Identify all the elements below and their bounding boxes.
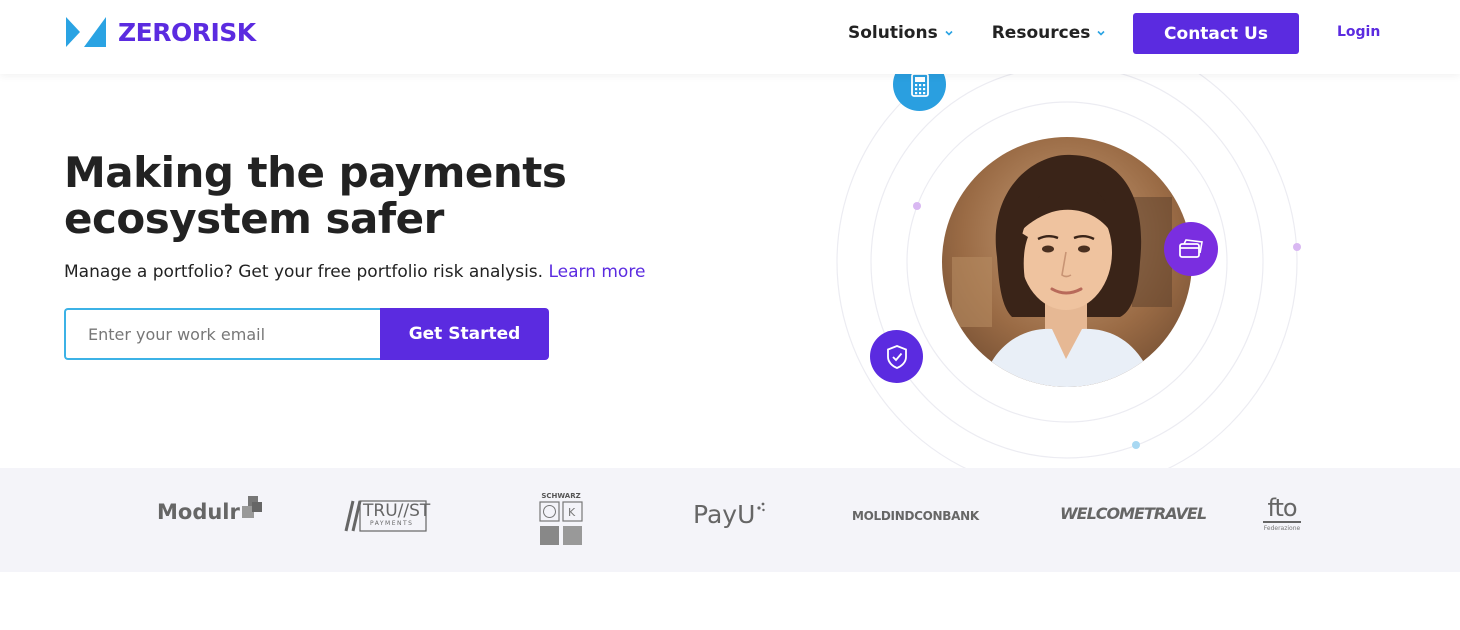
trust-text: TRU//ST xyxy=(363,501,431,521)
shield-check-icon xyxy=(886,344,907,369)
learn-more-link[interactable]: Learn more xyxy=(548,262,645,282)
credit-card-badge xyxy=(1164,222,1218,276)
nav-solutions-label: Solutions xyxy=(848,23,938,43)
contact-us-button[interactable]: Contact Us xyxy=(1133,13,1299,54)
portrait-illustration xyxy=(942,137,1192,387)
partner-modulr-logo: Modulr xyxy=(157,496,262,524)
woman-portrait xyxy=(942,137,1192,387)
chevron-down-icon xyxy=(1097,30,1105,36)
moldind-text: MOLDINDCONBANK xyxy=(852,509,979,523)
trust-sub-text: PAYMENTS xyxy=(370,520,414,527)
nav-resources[interactable]: Resources xyxy=(992,23,1107,43)
hero-title-line1: Making the payments xyxy=(64,148,567,197)
nav-resources-label: Resources xyxy=(991,23,1091,43)
site-header: ZERORISK Solutions Resources Contact Us … xyxy=(0,0,1460,74)
partner-payu-logo: PayU xyxy=(693,500,766,529)
credit-card-icon xyxy=(1179,239,1203,258)
partner-moldindconbank-logo: MOLDINDCONBANK xyxy=(852,509,979,523)
nav-solutions[interactable]: Solutions xyxy=(848,23,954,43)
hero-subtitle-text: Manage a portfolio? Get your free portfo… xyxy=(64,262,544,282)
modulr-text: Modulr xyxy=(157,500,240,524)
hero-title-line2: ecosystem safer xyxy=(64,194,444,243)
fto-underline xyxy=(1263,521,1301,523)
schwarz-tiles-icon: K xyxy=(539,501,583,545)
login-link[interactable]: Login xyxy=(1337,24,1380,40)
modulr-squares-icon xyxy=(241,496,262,518)
fto-sub-text: Federazione xyxy=(1263,525,1301,532)
work-email-input[interactable] xyxy=(64,308,382,360)
svg-text:K: K xyxy=(568,506,576,519)
hero-subtitle: Manage a portfolio? Get your free portfo… xyxy=(64,262,645,282)
payu-dots-icon xyxy=(757,502,766,511)
brand-name: ZERORISK xyxy=(118,17,256,47)
card-reader-icon xyxy=(910,72,929,97)
schwarz-text: SCHWARZ xyxy=(541,492,581,500)
main-nav: Solutions Resources xyxy=(848,12,1144,54)
partner-fto-logo: fto Federazione xyxy=(1262,496,1302,532)
payu-text: PayU xyxy=(693,500,756,529)
fto-text: fto xyxy=(1267,494,1297,522)
welcome-text: WELCOMETRAVEL xyxy=(1060,504,1207,523)
zerorisk-logo-icon xyxy=(66,17,106,47)
zerorisk-logo[interactable]: ZERORISK xyxy=(64,14,256,50)
chevron-down-icon xyxy=(945,30,953,36)
partner-welcometravel-logo: WELCOMETRAVEL xyxy=(1060,504,1207,523)
partner-trust-payments-logo: TRU//ST PAYMENTS xyxy=(340,499,431,533)
hero-title: Making the payments ecosystem safer xyxy=(64,150,684,242)
get-started-button[interactable]: Get Started xyxy=(380,308,549,360)
partner-schwarz-logo: SCHWARZ K xyxy=(538,492,584,548)
shield-badge xyxy=(870,330,923,383)
